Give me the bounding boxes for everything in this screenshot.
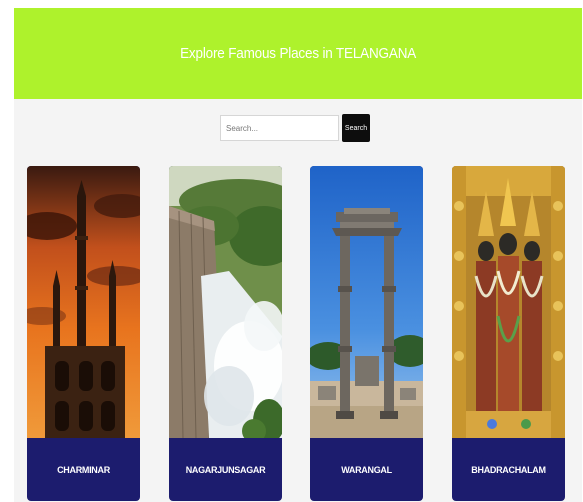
place-card-charminar[interactable]: CHARMINAR bbox=[27, 166, 140, 501]
place-label-nagarjunsagar[interactable]: NAGARJUNSAGAR bbox=[169, 438, 282, 501]
search-input[interactable] bbox=[220, 115, 339, 141]
search-bar: Search bbox=[220, 114, 370, 142]
place-label-bhadrachalam[interactable]: BHADRACHALAM bbox=[452, 438, 565, 501]
place-image-warangal[interactable] bbox=[310, 166, 423, 438]
place-image-charminar[interactable] bbox=[27, 166, 140, 438]
page-title: Explore Famous Places in TELANGANA bbox=[180, 45, 416, 62]
page-header: Explore Famous Places in TELANGANA bbox=[14, 8, 582, 99]
page-container: Explore Famous Places in TELANGANA Searc… bbox=[14, 8, 582, 502]
place-image-nagarjunsagar[interactable] bbox=[169, 166, 282, 438]
place-card-bhadrachalam[interactable]: BHADRACHALAM bbox=[452, 166, 565, 501]
place-image-bhadrachalam[interactable] bbox=[452, 166, 565, 438]
place-label-charminar[interactable]: CHARMINAR bbox=[27, 438, 140, 501]
place-label-warangal[interactable]: WARANGAL bbox=[310, 438, 423, 501]
place-card-warangal[interactable]: WARANGAL bbox=[310, 166, 423, 501]
place-card-nagarjunsagar[interactable]: NAGARJUNSAGAR bbox=[169, 166, 282, 501]
search-button[interactable]: Search bbox=[342, 114, 370, 142]
